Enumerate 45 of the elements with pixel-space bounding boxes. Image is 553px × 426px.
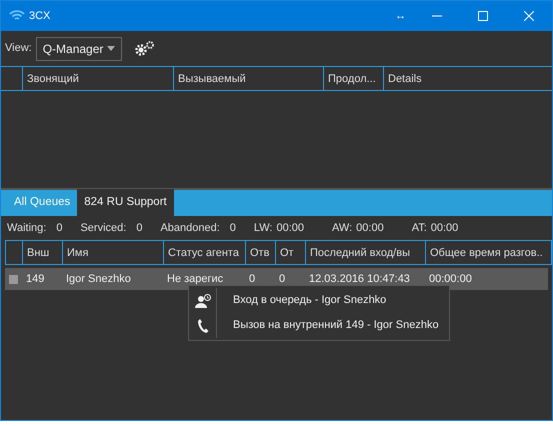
column-header[interactable]: Details (383, 67, 549, 90)
table-cell-text: Igor Snezhko (65, 272, 132, 287)
stat-value: 00:00 (276, 220, 304, 236)
column-header[interactable]: Общее время разгов... (425, 241, 543, 264)
agent-icon (194, 294, 210, 308)
column-header[interactable]: Продол... (323, 67, 383, 90)
stat-value: 00:00 (430, 220, 458, 236)
table-cell-text: 149 (25, 272, 46, 287)
column-header[interactable]: От (275, 241, 305, 264)
stat-label: LW: (254, 220, 272, 236)
wifi-icon (9, 10, 25, 22)
column-header[interactable]: Вызываемый (173, 67, 323, 90)
stat-label: Serviced: (80, 220, 126, 236)
column-header[interactable]: Звонящий (22, 67, 173, 90)
stat-label: AT: (412, 220, 427, 236)
view-label: View: (5, 41, 32, 56)
tab[interactable]: 824 RU Support (77, 188, 174, 216)
phone-icon (196, 318, 208, 334)
table-cell-text: Не зарегис (166, 272, 224, 287)
column-header[interactable]: Статус агента (163, 241, 245, 264)
status-square (9, 274, 18, 284)
stat-value: 0 (230, 220, 236, 236)
resize-icon: ↔ (395, 8, 406, 24)
table-cell-text: 00:00:00 (428, 272, 473, 287)
stat-label: Waiting: (7, 220, 46, 236)
column-header[interactable]: Отв (245, 241, 275, 264)
table-cell-text: 12.03.2016 10:47:43 (308, 272, 411, 287)
stat-label: AW: (332, 220, 352, 236)
table-cell-text: 0 (248, 272, 256, 287)
settings-icon[interactable] (134, 40, 156, 56)
window-title: 3CX (29, 8, 52, 24)
stat-value: 00:00 (356, 220, 384, 236)
stat-value: 0 (56, 220, 62, 236)
menu-item[interactable]: Вход в очередь - Igor Snezhko (189, 288, 449, 313)
table-cell-text: 0 (278, 272, 286, 287)
column-header[interactable]: Имя (62, 241, 163, 264)
menu-item[interactable]: Вызов на внутренний 149 - Igor Snezhko (189, 313, 449, 338)
stat-value: 0 (136, 220, 142, 236)
maximize-icon (478, 11, 488, 21)
caret-icon (106, 46, 115, 51)
view-dropdown[interactable]: Q-Manager (36, 36, 122, 60)
stat-label: Abandoned: (160, 220, 220, 236)
column-header[interactable]: Последний вход/вы (305, 241, 425, 264)
close-icon (524, 11, 534, 21)
column-header[interactable]: Внш (22, 241, 62, 264)
